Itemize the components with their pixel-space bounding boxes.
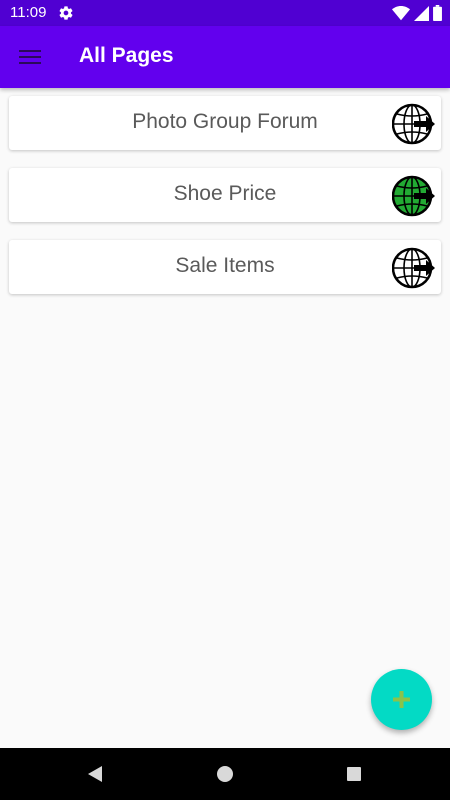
list-item-label: Photo Group Forum — [132, 110, 318, 133]
recent-apps-icon[interactable] — [346, 766, 362, 782]
battery-icon — [433, 5, 442, 21]
page-title: All Pages — [79, 44, 174, 67]
screen: 11:09 All Pages Photo Group Forum Shoe P… — [0, 0, 450, 800]
status-time: 11:09 — [10, 4, 47, 21]
globe-arrow-icon[interactable] — [392, 174, 436, 218]
status-icons — [392, 5, 442, 21]
list-item-shoe-price[interactable]: Shoe Price — [9, 168, 441, 222]
gear-icon — [59, 6, 73, 20]
app-bar: All Pages — [0, 26, 450, 88]
cellular-signal-icon — [414, 5, 429, 21]
menu-button[interactable] — [14, 42, 46, 72]
home-icon[interactable] — [216, 765, 234, 783]
list-item-label: Sale Items — [175, 254, 275, 277]
plus-icon — [393, 691, 410, 708]
list-item-label: Shoe Price — [173, 182, 277, 205]
status-bar: 11:09 — [0, 0, 450, 26]
pages-list: Photo Group Forum Shoe Price Sale Items — [9, 96, 441, 312]
wifi-icon — [392, 5, 410, 20]
add-page-button[interactable] — [371, 669, 432, 730]
globe-arrow-icon[interactable] — [392, 102, 436, 146]
list-item-photo-group-forum[interactable]: Photo Group Forum — [9, 96, 441, 150]
back-icon[interactable] — [86, 765, 104, 783]
list-item-sale-items[interactable]: Sale Items — [9, 240, 441, 294]
system-nav-bar — [0, 748, 450, 800]
globe-arrow-icon[interactable] — [392, 246, 436, 290]
hamburger-menu-icon — [19, 50, 41, 64]
